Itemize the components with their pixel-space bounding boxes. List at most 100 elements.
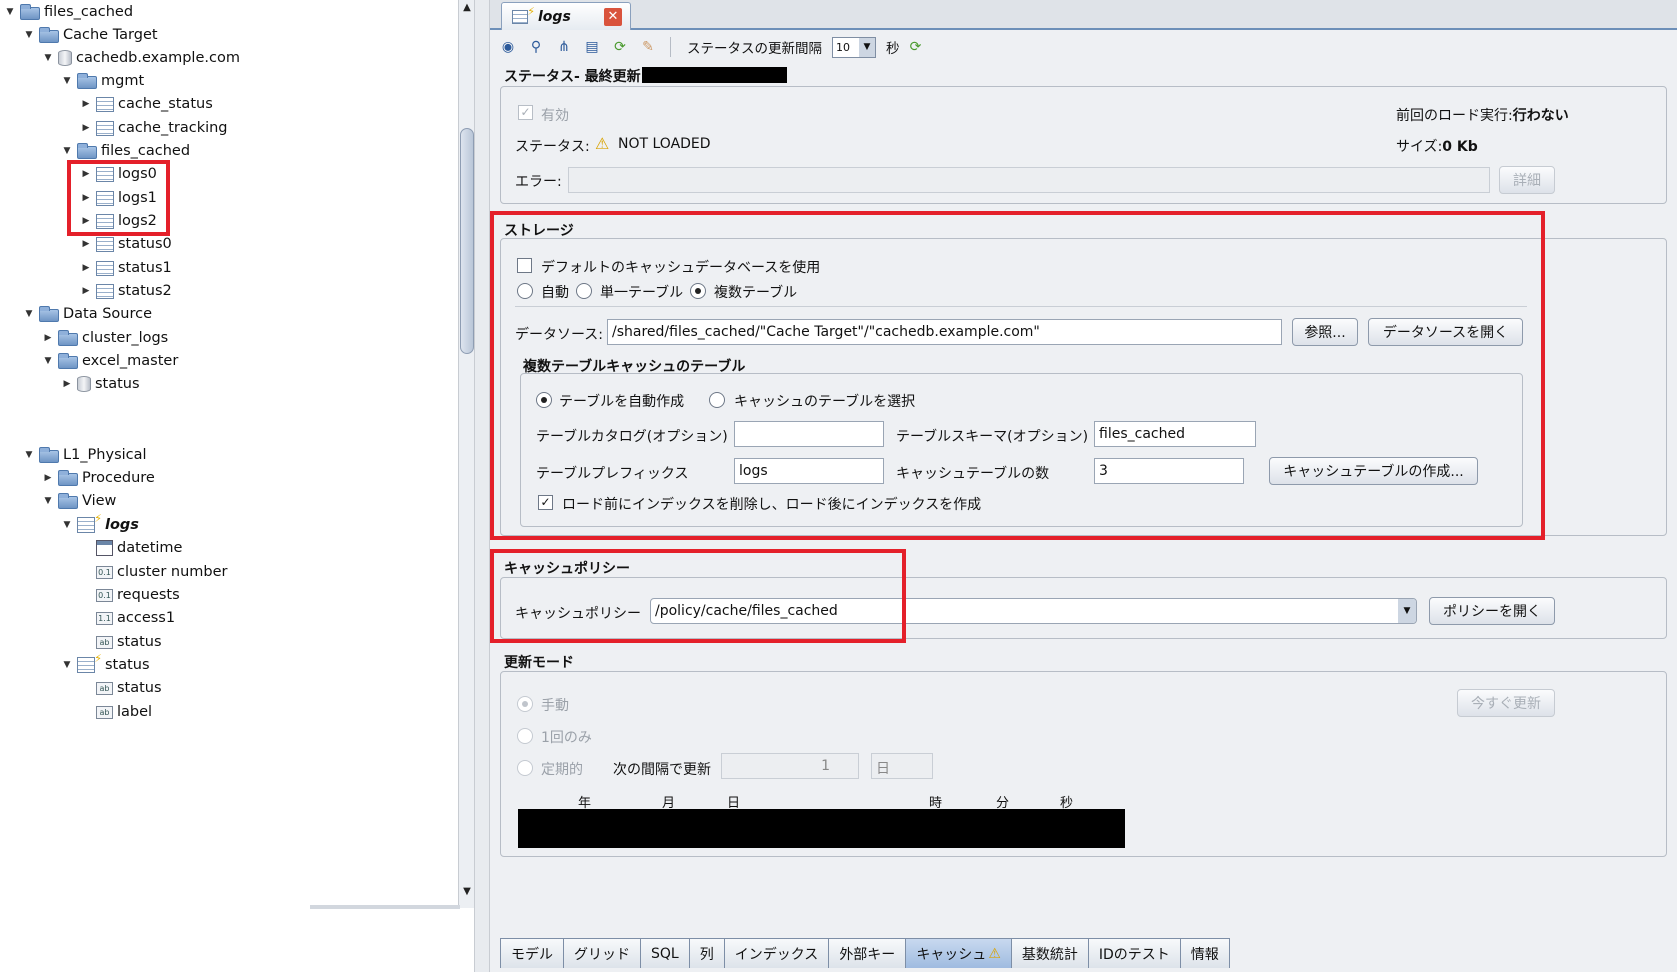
- tab-caching[interactable]: キャッシュ ⚠: [905, 938, 1012, 968]
- error-field[interactable]: [568, 167, 1490, 193]
- chevron-down-icon[interactable]: ▼: [859, 37, 875, 57]
- manual-radio[interactable]: [517, 696, 533, 712]
- play-icon[interactable]: ◉: [496, 36, 520, 58]
- refresh-cache-icon[interactable]: ⟳: [608, 36, 632, 58]
- refresh-now-button[interactable]: 今すぐ更新: [1457, 689, 1555, 717]
- tree-item-status2[interactable]: ▶ status2: [78, 279, 172, 303]
- expand-arrow-icon[interactable]: ▶: [78, 123, 94, 133]
- detail-button[interactable]: 詳細: [1499, 166, 1555, 194]
- tree-item-l1-physical[interactable]: ▼ L1_Physical: [21, 443, 147, 467]
- collapse-arrow-icon[interactable]: ▼: [40, 356, 56, 366]
- drop-index-checkbox[interactable]: ✓: [538, 495, 553, 510]
- scroll-down-arrow-icon[interactable]: ▼: [459, 884, 475, 900]
- tree-item-view[interactable]: ▼ View: [40, 489, 116, 513]
- expand-arrow-icon[interactable]: ▶: [78, 99, 94, 109]
- tree-item-cachedb[interactable]: ▼ cachedb.example.com: [40, 46, 240, 70]
- tree-item-files-cached-schema[interactable]: ▼ files_cached: [59, 139, 190, 163]
- interval-field[interactable]: 1: [721, 753, 859, 779]
- expand-arrow-icon[interactable]: ▶: [78, 193, 94, 203]
- dependency-icon[interactable]: ⋔: [552, 36, 576, 58]
- expand-arrow-icon[interactable]: ▶: [40, 473, 56, 483]
- tab-cardinality-stats[interactable]: 基数統計: [1010, 938, 1089, 968]
- mode-multi-radio[interactable]: [690, 283, 706, 299]
- tab-sql[interactable]: SQL: [640, 938, 690, 968]
- save-icon[interactable]: ▤: [580, 36, 604, 58]
- tab-grid[interactable]: グリッド: [563, 938, 641, 968]
- open-datasource-button[interactable]: データソースを開く: [1368, 318, 1523, 346]
- expand-arrow-icon[interactable]: ▶: [59, 379, 75, 389]
- tab-model[interactable]: モデル: [500, 938, 564, 968]
- tree-item-mgmt[interactable]: ▼ mgmt: [59, 69, 144, 93]
- tab-foreign-keys[interactable]: 外部キー: [828, 938, 907, 968]
- tree-item-col-status2[interactable]: ab status: [78, 676, 162, 700]
- mode-auto-radio[interactable]: [517, 283, 533, 299]
- browse-button[interactable]: 参照...: [1292, 318, 1358, 346]
- tab-info[interactable]: 情報: [1179, 938, 1230, 968]
- close-tab-icon[interactable]: ✕: [604, 7, 622, 26]
- tab-columns[interactable]: 列: [688, 938, 725, 968]
- tree-item-cluster-logs[interactable]: ▶ cluster_logs: [40, 326, 168, 350]
- prefix-field[interactable]: logs: [734, 458, 884, 484]
- chevron-down-icon[interactable]: ▼: [1398, 599, 1416, 623]
- policy-select[interactable]: /policy/cache/files_cached ▼: [650, 598, 1417, 624]
- mode-single-radio[interactable]: [576, 283, 592, 299]
- collapse-arrow-icon[interactable]: ▼: [21, 30, 37, 40]
- tree-scrollbar[interactable]: ▲ ▼: [458, 0, 474, 908]
- tree-item-logs0[interactable]: ▶ logs0: [78, 162, 157, 186]
- collapse-arrow-icon[interactable]: ▼: [40, 496, 56, 506]
- interval-unit-select[interactable]: 日: [871, 753, 933, 779]
- tree-item-logs2[interactable]: ▶ logs2: [78, 209, 157, 233]
- clear-cache-icon[interactable]: ✎: [636, 36, 660, 58]
- collapse-arrow-icon[interactable]: ▼: [21, 450, 37, 460]
- expand-arrow-icon[interactable]: ▶: [78, 286, 94, 296]
- tree-item-excel-status[interactable]: ▶ status: [59, 372, 140, 396]
- refresh-interval-select[interactable]: 10 ▼: [832, 36, 876, 58]
- scrollbar-thumb[interactable]: [460, 128, 474, 354]
- tree-item-view-logs[interactable]: ▼logs: [59, 512, 139, 537]
- catalog-field[interactable]: [734, 421, 884, 447]
- tree-item-data-source[interactable]: ▼ Data Source: [21, 302, 152, 326]
- enabled-checkbox[interactable]: ✓: [518, 105, 533, 120]
- collapse-arrow-icon[interactable]: ▼: [59, 520, 75, 530]
- expand-arrow-icon[interactable]: ▶: [40, 333, 56, 343]
- expand-arrow-icon[interactable]: ▶: [78, 169, 94, 179]
- expand-arrow-icon[interactable]: ▶: [78, 216, 94, 226]
- collapse-arrow-icon[interactable]: ▼: [59, 146, 75, 156]
- auto-create-radio[interactable]: [536, 392, 552, 408]
- panel-splitter[interactable]: [474, 0, 490, 972]
- tab-indexes[interactable]: インデックス: [723, 938, 830, 968]
- datasource-field[interactable]: /shared/files_cached/"Cache Target"/"cac…: [607, 319, 1282, 345]
- collapse-arrow-icon[interactable]: ▼: [59, 660, 75, 670]
- tree-item-files-cached[interactable]: ▼ files_cached: [2, 0, 133, 24]
- tree-item-cache-target[interactable]: ▼ Cache Target: [21, 23, 158, 47]
- tree-item-view-status[interactable]: ▼status: [59, 652, 150, 677]
- tree-item-excel-master[interactable]: ▼ excel_master: [40, 349, 178, 373]
- tree-item-logs1[interactable]: ▶ logs1: [78, 186, 157, 210]
- refresh-status-icon[interactable]: ⟳: [904, 36, 928, 58]
- tab-id-test[interactable]: IDのテスト: [1087, 938, 1181, 968]
- collapse-arrow-icon[interactable]: ▼: [40, 53, 56, 63]
- expand-arrow-icon[interactable]: ▶: [78, 239, 94, 249]
- select-tables-radio[interactable]: [709, 392, 725, 408]
- tree-item-procedure[interactable]: ▶ Procedure: [40, 466, 155, 490]
- tree-item-col-status[interactable]: ab status: [78, 630, 162, 654]
- create-cache-tables-button[interactable]: キャッシュテーブルの作成...: [1269, 457, 1478, 485]
- collapse-arrow-icon[interactable]: ▼: [59, 76, 75, 86]
- open-policy-button[interactable]: ポリシーを開く: [1429, 597, 1555, 625]
- tree-item-col-cluster-number[interactable]: 0.1 cluster number: [78, 560, 228, 584]
- tree-item-status0[interactable]: ▶ status0: [78, 232, 172, 256]
- lineage-icon[interactable]: ⚲: [524, 36, 548, 58]
- tree-item-cache-tracking[interactable]: ▶ cache_tracking: [78, 116, 228, 140]
- collapse-arrow-icon[interactable]: ▼: [2, 7, 18, 17]
- tree-item-col-label[interactable]: ab label: [78, 700, 152, 724]
- tree-item-col-requests[interactable]: 0.1 requests: [78, 583, 180, 607]
- table-count-field[interactable]: 3: [1094, 458, 1244, 484]
- expand-arrow-icon[interactable]: ▶: [78, 263, 94, 273]
- scroll-up-arrow-icon[interactable]: ▲: [459, 0, 475, 16]
- periodic-radio[interactable]: [517, 760, 533, 776]
- tree-item-col-datetime[interactable]: datetime: [78, 536, 182, 560]
- use-default-db-checkbox[interactable]: [517, 258, 532, 273]
- tree-item-col-access1[interactable]: 1.1 access1: [78, 606, 175, 630]
- tree-item-cache-status[interactable]: ▶ cache_status: [78, 92, 213, 116]
- schema-field[interactable]: files_cached: [1094, 421, 1256, 447]
